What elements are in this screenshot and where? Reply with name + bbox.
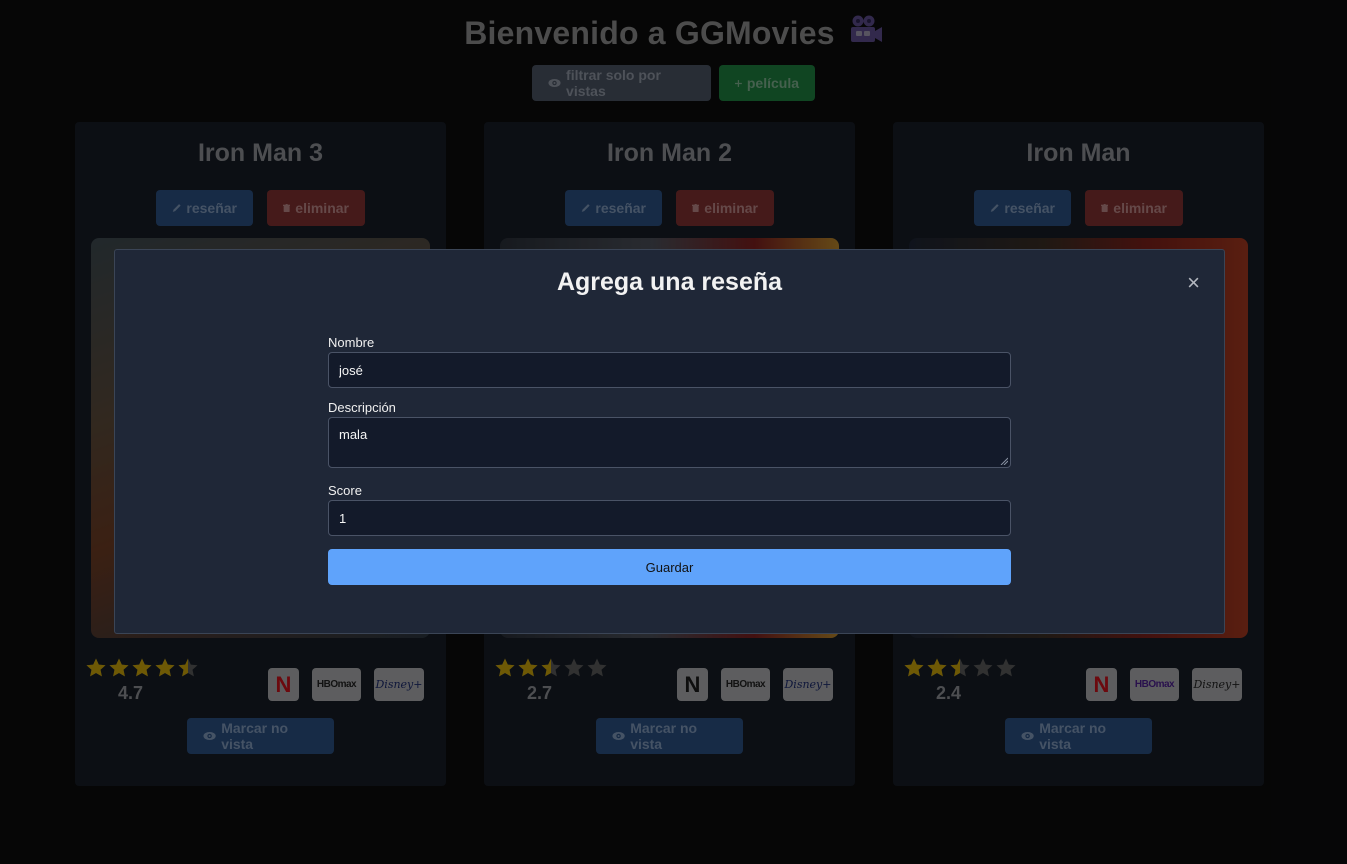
review-form: Nombre Descripción mala Score Guardar xyxy=(328,335,1011,585)
score-label: Score xyxy=(328,483,362,498)
name-field[interactable] xyxy=(328,352,1011,388)
close-icon[interactable]: × xyxy=(1187,272,1200,294)
name-label: Nombre xyxy=(328,335,375,350)
description-label: Descripción xyxy=(328,400,396,415)
modal-title: Agrega una reseña xyxy=(556,268,783,296)
description-field[interactable]: mala xyxy=(328,417,1011,468)
score-field[interactable] xyxy=(328,500,1011,536)
review-modal: Agrega una reseña × Nombre Descripción m… xyxy=(114,249,1225,634)
resize-grip-icon[interactable] xyxy=(1000,457,1008,465)
save-button[interactable]: Guardar xyxy=(328,549,1011,585)
